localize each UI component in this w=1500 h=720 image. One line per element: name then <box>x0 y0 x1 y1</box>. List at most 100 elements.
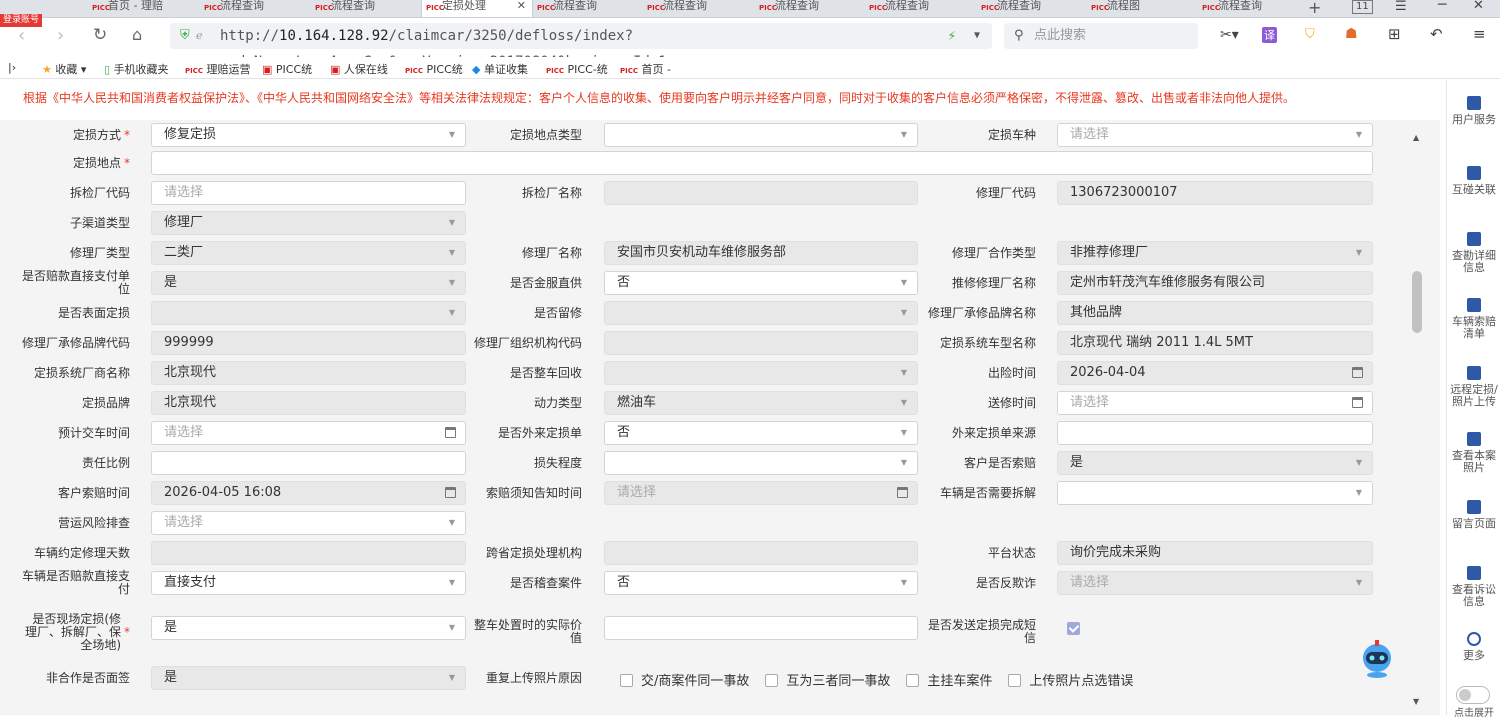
lightning-icon[interactable]: ⚡ <box>948 23 956 49</box>
apps-grid-icon[interactable]: ⊞ <box>1388 25 1401 43</box>
browser-tab[interactable]: PICC 流程查询 <box>311 0 423 17</box>
text-field[interactable]: 北京现代 <box>151 361 466 385</box>
select-field[interactable]: 二类厂 ▼ <box>151 241 466 265</box>
checkbox[interactable] <box>906 674 920 687</box>
bookmark-item[interactable]: ◆ 单证收集 <box>472 61 528 77</box>
translate-icon[interactable]: 译 <box>1262 27 1277 43</box>
browser-tab[interactable]: PICC 流程查询 <box>865 0 977 17</box>
text-field[interactable]: 1306723000107 <box>1057 181 1373 205</box>
select-field[interactable]: 修复定损 ▼ <box>151 123 466 147</box>
select-field[interactable]: 请选择 ▼ <box>1057 123 1373 147</box>
vehicle-claim-list-button[interactable]: 车辆索赔清单 <box>1447 298 1500 340</box>
browser-tab[interactable]: PICC 流程查询 <box>755 0 867 17</box>
bookmark-item[interactable]: PICC 理赔运营 <box>185 61 251 77</box>
checkbox[interactable] <box>620 674 633 687</box>
bookmark-item[interactable]: PICC 首页 - <box>620 61 671 77</box>
browser-tab[interactable]: PICC 首页 - 理赔 <box>88 0 200 17</box>
back-icon[interactable]: ‹ <box>18 25 25 46</box>
browser-tab[interactable]: PICC 流程查询 <box>200 0 312 17</box>
forward-icon[interactable]: › <box>57 25 64 46</box>
user-service-button[interactable]: 用户服务 <box>1447 96 1500 126</box>
bookmark-item[interactable]: ▣ 人保在线 <box>330 61 388 77</box>
text-field[interactable]: 安国市贝安机动车维修服务部 <box>604 241 918 265</box>
text-field[interactable] <box>1057 421 1373 445</box>
text-field[interactable]: 请选择 <box>151 181 466 205</box>
tab-count[interactable]: 11 <box>1352 0 1373 14</box>
select-field[interactable]: 否 ▼ <box>604 271 918 295</box>
game-icon[interactable]: ☗ <box>1345 26 1358 42</box>
new-tab-icon[interactable]: + <box>1308 0 1321 17</box>
date-field[interactable]: 请选择 <box>1057 391 1373 415</box>
text-field[interactable] <box>604 331 918 355</box>
survey-detail-button[interactable]: 查勘详细信息 <box>1447 232 1500 274</box>
close-window-icon[interactable]: ✕ <box>1473 0 1484 13</box>
browser-tab[interactable]: PICC 流程查询 <box>977 0 1089 17</box>
date-field[interactable]: 请选择 <box>151 421 466 445</box>
select-field[interactable]: ▼ <box>604 361 918 385</box>
browser-tab[interactable]: PICC 流程查询 <box>1198 0 1310 17</box>
browser-tab[interactable]: PICC 流程查询 <box>533 0 645 17</box>
chevron-down-icon[interactable]: ▼ <box>974 23 980 49</box>
text-field[interactable]: 999999 <box>151 331 466 355</box>
date-field[interactable]: 请选择 <box>604 481 918 505</box>
home-icon[interactable]: ⌂ <box>132 25 142 44</box>
select-field[interactable]: 燃油车 ▼ <box>604 391 918 415</box>
more-button[interactable]: 更多 <box>1447 632 1500 662</box>
assistant-robot-icon[interactable] <box>1357 638 1397 680</box>
bookmark-item[interactable]: PICC PICC-统 <box>546 61 608 77</box>
photo-reason-option[interactable]: 主挂车案件 <box>906 674 992 689</box>
text-field[interactable] <box>151 451 466 475</box>
text-field[interactable] <box>604 541 918 565</box>
menu-icon[interactable]: ☰ <box>1395 0 1407 14</box>
expand-toggle[interactable] <box>1456 686 1490 704</box>
message-page-button[interactable]: 留言页面 <box>1447 500 1500 530</box>
photo-reason-option[interactable]: 上传照片点选错误 <box>1008 674 1133 689</box>
photo-reason-option[interactable]: 互为三者同一事故 <box>765 674 890 689</box>
close-tab-icon[interactable]: ✕ <box>517 0 526 12</box>
text-field[interactable]: 定州市轩茂汽车维修服务有限公司 <box>1057 271 1373 295</box>
bookmark-item[interactable]: ▯ 手机收藏夹 <box>104 61 169 77</box>
select-field[interactable]: 请选择 ▼ <box>1057 571 1373 595</box>
remote-assessment-button[interactable]: 远程定损/照片上传 <box>1447 366 1500 408</box>
litigation-info-button[interactable]: 查看诉讼信息 <box>1447 566 1500 608</box>
browser-tab[interactable]: PICC 流程图 <box>1087 0 1199 17</box>
select-field[interactable]: ▼ <box>604 123 918 147</box>
menu-icon[interactable]: ≡ <box>1473 25 1486 43</box>
bookmarks-toggle-icon[interactable]: |› <box>8 61 16 74</box>
scroll-down-icon[interactable]: ▼ <box>1413 697 1419 706</box>
select-field[interactable]: 直接支付 ▼ <box>151 571 466 595</box>
select-field[interactable]: 修理厂 ▼ <box>151 211 466 235</box>
search-input[interactable]: ⚲ 点此搜索 <box>1004 23 1198 49</box>
date-field[interactable]: 2026-04-05 16:08 <box>151 481 466 505</box>
select-field[interactable]: 是 ▼ <box>1057 451 1373 475</box>
select-field[interactable]: 是 ▼ <box>151 616 466 640</box>
shield-extension-icon[interactable]: ⛉ <box>1305 27 1315 42</box>
scissors-icon[interactable]: ✂▾ <box>1220 27 1239 43</box>
select-field[interactable]: ▼ <box>151 301 466 325</box>
text-field[interactable] <box>151 541 466 565</box>
mutual-collision-button[interactable]: 互碰关联 <box>1447 166 1500 196</box>
select-field[interactable]: 否 ▼ <box>604 421 918 445</box>
select-field[interactable]: ▼ <box>1057 481 1373 505</box>
sms-notify-checkbox[interactable] <box>1067 622 1080 635</box>
text-field[interactable] <box>604 616 918 640</box>
scrollbar-thumb[interactable] <box>1412 271 1422 333</box>
text-field[interactable] <box>151 151 1373 175</box>
url-field[interactable]: ⛨ ℯ http://10.164.128.92/claimcar/3250/d… <box>170 23 992 70</box>
browser-tab-active[interactable]: PICC 定损处理 ✕ <box>421 0 533 17</box>
scrollbar[interactable]: ▲ ▼ <box>1410 129 1424 715</box>
select-field[interactable]: ▼ <box>604 451 918 475</box>
login-account-badge[interactable]: 登录账号 <box>0 14 43 27</box>
bookmark-item[interactable]: ★ 收藏 ▾ <box>42 61 86 77</box>
undo-icon[interactable]: ↶ <box>1430 25 1443 43</box>
minimize-icon[interactable]: ─ <box>1438 0 1446 13</box>
reload-icon[interactable]: ↻ <box>93 25 107 45</box>
scroll-up-icon[interactable]: ▲ <box>1413 133 1419 142</box>
text-field[interactable]: 询价完成未采购 <box>1057 541 1373 565</box>
select-field[interactable]: ▼ <box>604 301 918 325</box>
text-field[interactable]: 北京现代 瑞纳 2011 1.4L 5MT <box>1057 331 1373 355</box>
browser-tab[interactable]: PICC 流程查询 <box>643 0 755 17</box>
text-field[interactable]: 其他品牌 <box>1057 301 1373 325</box>
bookmark-item[interactable]: PICC PICC统 <box>405 61 463 77</box>
text-field[interactable] <box>604 181 918 205</box>
